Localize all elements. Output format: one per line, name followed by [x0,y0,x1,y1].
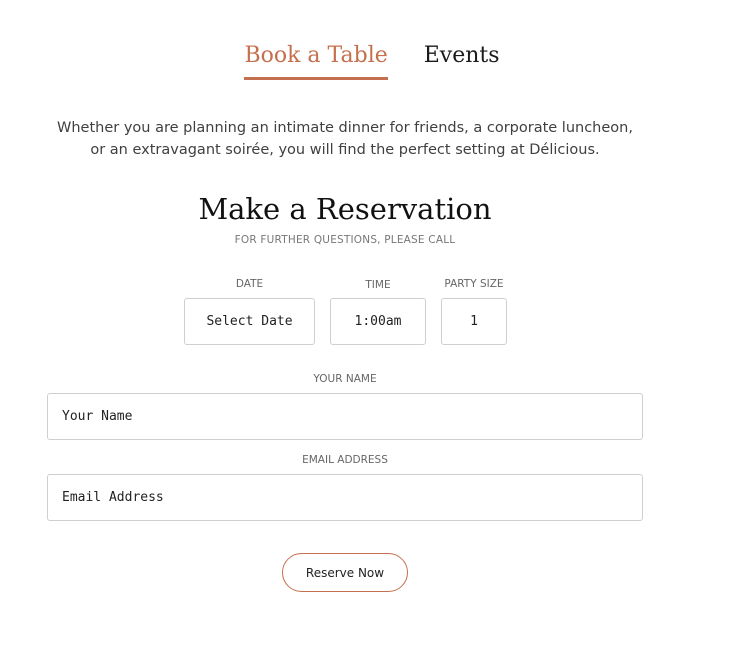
date-value: Select Date [206,314,293,329]
intro-text: Whether you are planning an intimate din… [0,117,690,161]
reservation-tabs: Book a Table Events [0,43,744,80]
party-size-select[interactable]: 1 [441,298,507,345]
reservation-subtitle: FOR FURTHER QUESTIONS, PLEASE CALL [234,234,456,246]
tab-events[interactable]: Events [424,43,500,80]
date-picker[interactable]: Select Date [184,298,315,345]
time-select[interactable]: 1:00am [330,298,426,345]
reservation-title: Make a Reservation [198,192,492,226]
your-name-label: YOUR NAME [313,373,377,385]
date-label: DATE [235,278,264,290]
reserve-now-button[interactable]: Reserve Now [282,553,408,592]
time-label: TIME [365,279,391,291]
party-size-value: 1 [470,314,478,329]
intro-line-1: Whether you are planning an intimate din… [57,120,633,136]
intro-line-2: or an extravagant soirée, you will find … [90,142,600,158]
tab-book-a-table[interactable]: Book a Table [244,43,388,80]
party-size-label: PARTY SIZE [444,278,504,290]
email-address-label: EMAIL ADDRESS [302,454,388,466]
your-name-input[interactable] [47,393,643,440]
time-value: 1:00am [354,314,402,329]
email-address-input[interactable] [47,474,643,521]
